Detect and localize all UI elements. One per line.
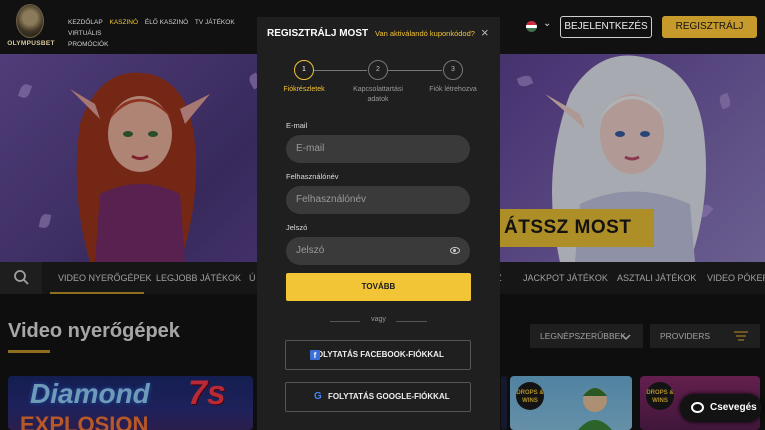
- modal-title: REGISZTRÁLJ MOST: [267, 28, 369, 39]
- nav-item-promociok[interactable]: PROMÓCIÓK: [68, 41, 108, 48]
- username-placeholder: Felhasználónév: [296, 194, 367, 205]
- or-separator: vagy: [371, 316, 386, 323]
- step-1-indicator: 1: [294, 60, 314, 80]
- logo-text: OLYMPUSBET: [7, 40, 55, 47]
- nav-item-elo-kaszino[interactable]: ÉLŐ KASZINÓ: [145, 19, 188, 26]
- google-login-label: FOLYTATÁS GOOGLE-FIÓKKAL: [328, 392, 450, 401]
- olympusbet-logo[interactable]: OLYMPUSBET: [4, 4, 54, 50]
- email-placeholder: E-mail: [296, 143, 325, 154]
- step-2-indicator: 2: [368, 60, 388, 80]
- chat-bubble-icon: [691, 402, 704, 413]
- step-2-label: Kapcsolattartási adatok: [353, 86, 403, 103]
- hungarian-flag-icon[interactable]: [526, 21, 537, 32]
- nav-item-virtualis[interactable]: VIRTUÁLIS: [68, 30, 101, 37]
- facebook-login-button[interactable]: f FOLYTATÁS FACEBOOK-FIÓKKAL: [285, 340, 471, 370]
- password-label: Jelszó: [286, 223, 308, 232]
- step-3-indicator: 3: [443, 60, 463, 80]
- step-3-label: Fiók létrehozva: [429, 86, 477, 93]
- nav-item-tv-jatekok[interactable]: TV JÁTÉKOK: [195, 19, 235, 26]
- login-button[interactable]: BEJELENTKEZÉS: [560, 16, 652, 38]
- username-field[interactable]: Felhasználónév: [286, 186, 470, 214]
- facebook-icon: f: [310, 350, 320, 360]
- nav-item-kaszino[interactable]: KASZINÓ: [110, 19, 139, 26]
- google-login-button[interactable]: G FOLYTATÁS GOOGLE-FIÓKKAL: [285, 382, 471, 412]
- chat-button-label: Csevegés: [710, 402, 757, 413]
- page: OLYMPUSBET KEZDŐLAP KASZINÓ ÉLŐ KASZINÓ …: [0, 0, 765, 430]
- google-icon: G: [314, 391, 322, 402]
- registration-modal: REGISZTRÁLJ MOST Van aktiválandó kuponkó…: [257, 17, 500, 430]
- next-button[interactable]: TOVÁBB: [286, 273, 471, 301]
- stepper-connector: [314, 70, 367, 71]
- close-icon[interactable]: ×: [481, 25, 489, 40]
- chat-button[interactable]: Csevegés: [680, 394, 762, 422]
- main-nav: KEZDŐLAP KASZINÓ ÉLŐ KASZINÓ TV JÁTÉKOK …: [68, 17, 258, 50]
- step-1-label: Fiókrészletek: [283, 86, 325, 93]
- password-placeholder: Jelszó: [296, 245, 325, 256]
- logo-emblem-icon: [16, 4, 44, 38]
- show-password-eye-icon[interactable]: [450, 247, 460, 254]
- language-chevron-down-icon[interactable]: ⌄: [543, 18, 551, 29]
- email-label: E-mail: [286, 121, 308, 130]
- password-field[interactable]: Jelszó: [286, 237, 470, 265]
- stepper-connector: [388, 70, 442, 71]
- coupon-code-link[interactable]: Van aktiválandó kuponkódod?: [375, 29, 475, 38]
- username-label: Felhasználónév: [286, 172, 339, 181]
- email-field[interactable]: E-mail: [286, 135, 470, 163]
- facebook-login-label: FOLYTATÁS FACEBOOK-FIÓKKAL: [312, 350, 444, 359]
- register-button[interactable]: REGISZTRÁLJ MOST!: [662, 16, 757, 54]
- nav-item-kezdolap[interactable]: KEZDŐLAP: [68, 19, 103, 26]
